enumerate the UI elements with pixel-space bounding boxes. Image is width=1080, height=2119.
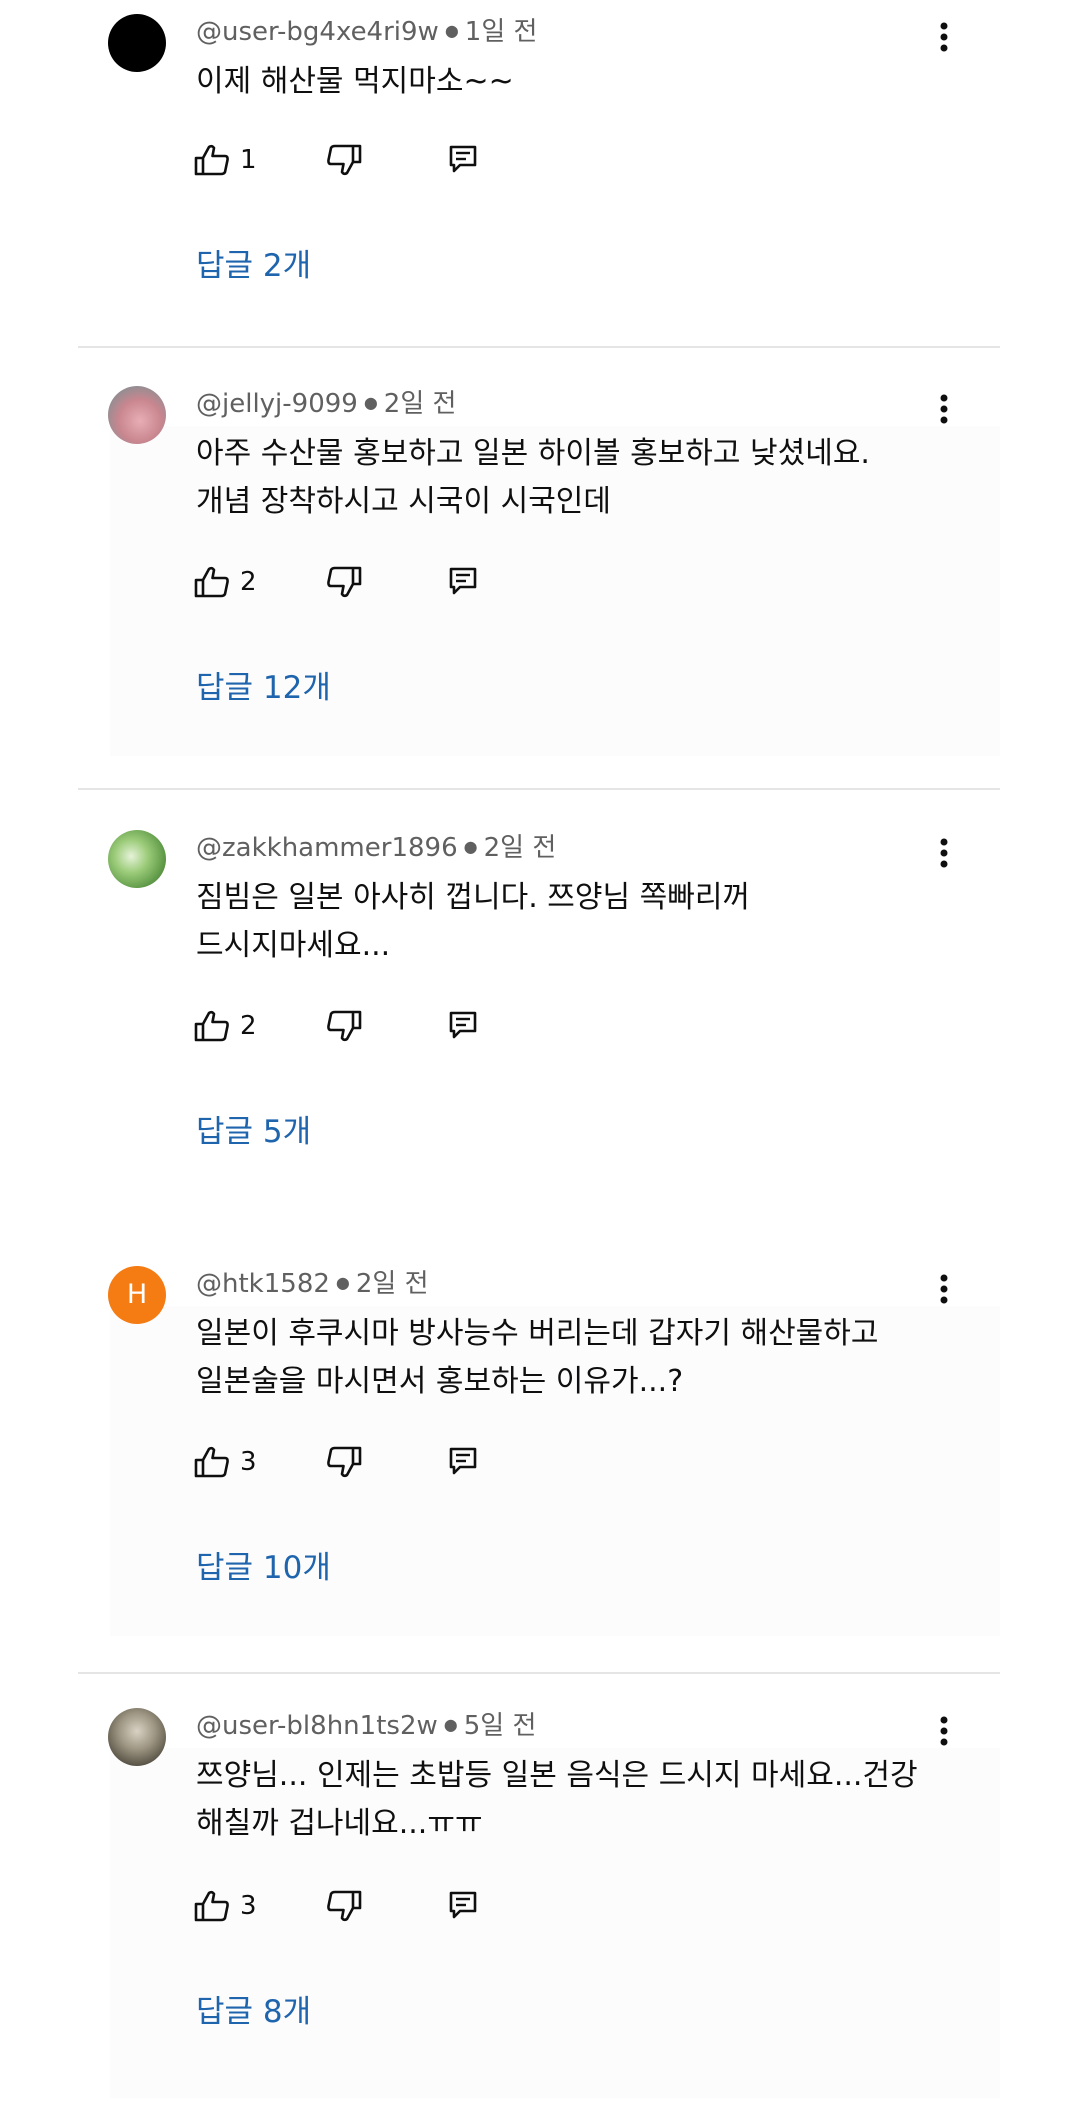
comment-text: 이제 해산물 먹지마소~~ (196, 64, 514, 99)
comment-reply-icon (449, 1447, 477, 1475)
comment-meta: @htk1582 ● 2일 전 (196, 1266, 429, 1301)
comment-item: @jellyj-9099 ● 2일 전 아주 수산물 홍보하고 일본 하이볼 홍보하… (0, 386, 1080, 766)
separator-dot-icon: ● (463, 837, 478, 856)
reply-button[interactable] (448, 140, 488, 180)
view-replies-link[interactable]: 답글 12개 (196, 668, 331, 708)
divider (78, 346, 1000, 348)
comment-actions: 1 (194, 140, 554, 180)
avatar[interactable]: H (108, 1266, 166, 1324)
like-button[interactable]: 3 (194, 1886, 264, 1926)
like-count: 1 (240, 145, 257, 175)
view-replies-link[interactable]: 답글 10개 (196, 1548, 331, 1588)
dislike-button[interactable] (326, 1442, 366, 1482)
comment-time: 2일 전 (355, 1269, 429, 1299)
separator-dot-icon: ● (363, 393, 378, 412)
comment-text: 쯔양님... 인제는 초밥등 일본 음식은 드시지 마세요...건강 해칠까 겁… (196, 1758, 918, 1841)
comment-text: 아주 수산물 홍보하고 일본 하이볼 홍보하고 낮셨네요. 개념 장착하시고 시… (196, 436, 870, 519)
more-vert-icon (940, 1274, 948, 1304)
comment-reply-icon (449, 1891, 477, 1919)
comment-meta: @user-bl8hn1ts2w ● 5일 전 (196, 1708, 536, 1743)
comment-item: @user-bl8hn1ts2w ● 5일 전 쯔양님... 인제는 초밥등 일본 … (0, 1708, 1080, 2108)
comment-item: @user-bg4xe4ri9w ● 1일 전 이제 해산물 먹지마소~~ 1 답글… (0, 14, 1080, 314)
comment-text: 일본이 후쿠시마 방사능수 버리는데 갑자기 해산물하고 일본술을 마시면서 홍… (196, 1316, 879, 1399)
dislike-button[interactable] (326, 1006, 366, 1046)
comment-actions: 3 (194, 1886, 554, 1926)
reply-button[interactable] (448, 1442, 488, 1482)
more-vert-icon (940, 22, 948, 52)
thumbs-up-icon (194, 1446, 229, 1478)
thumbs-down-icon (327, 144, 362, 176)
like-count: 3 (240, 1891, 257, 1921)
thumbs-up-icon (194, 566, 229, 598)
like-button[interactable]: 1 (194, 140, 264, 180)
thumbs-down-icon (327, 566, 362, 598)
like-button[interactable]: 2 (194, 562, 264, 602)
comment-actions: 2 (194, 562, 554, 602)
more-vert-icon (940, 394, 948, 424)
comment-author[interactable]: @user-bg4xe4ri9w (196, 17, 439, 47)
like-button[interactable]: 2 (194, 1006, 264, 1046)
comment-time: 1일 전 (464, 17, 538, 47)
comment-reply-icon (449, 145, 477, 173)
comment-list: @user-bg4xe4ri9w ● 1일 전 이제 해산물 먹지마소~~ 1 답글… (0, 0, 1080, 2119)
view-replies-link[interactable]: 답글 2개 (196, 246, 311, 286)
thumbs-down-icon (327, 1446, 362, 1478)
comment-time: 2일 전 (483, 833, 557, 863)
like-count: 2 (240, 1011, 257, 1041)
comment-time: 5일 전 (463, 1711, 537, 1741)
avatar[interactable] (108, 386, 166, 444)
like-count: 3 (240, 1447, 257, 1477)
comment-reply-icon (449, 567, 477, 595)
divider (78, 788, 1000, 790)
comment-item: H @htk1582 ● 2일 전 일본이 후쿠시마 방사능수 버리는데 갑자기 해… (0, 1266, 1080, 1646)
comment-actions: 3 (194, 1442, 554, 1482)
view-replies-link[interactable]: 답글 8개 (196, 1992, 311, 2032)
thumbs-down-icon (327, 1890, 362, 1922)
avatar[interactable] (108, 14, 166, 72)
reply-button[interactable] (448, 1006, 488, 1046)
more-vert-icon (940, 838, 948, 868)
more-vert-icon (940, 1716, 948, 1746)
avatar[interactable] (108, 830, 166, 888)
thumbs-up-icon (194, 1010, 229, 1042)
comment-author[interactable]: @jellyj-9099 (196, 389, 358, 419)
comment-text: 짐빔은 일본 아사히 껍니다. 쯔양님 쪽빠리꺼 드시지마세요... (196, 880, 751, 963)
thumbs-up-icon (194, 144, 229, 176)
divider (78, 1672, 1000, 1674)
reply-button[interactable] (448, 1886, 488, 1926)
comment-author[interactable]: @htk1582 (196, 1269, 330, 1299)
comment-author[interactable]: @zakkhammer1896 (196, 833, 458, 863)
like-button[interactable]: 3 (194, 1442, 264, 1482)
separator-dot-icon: ● (443, 1715, 458, 1734)
separator-dot-icon: ● (335, 1273, 350, 1292)
thumbs-up-icon (194, 1890, 229, 1922)
comment-meta: @jellyj-9099 ● 2일 전 (196, 386, 456, 421)
thumbs-down-icon (327, 1010, 362, 1042)
comment-time: 2일 전 (383, 389, 457, 419)
avatar[interactable] (108, 1708, 166, 1766)
reply-button[interactable] (448, 562, 488, 602)
avatar-letter: H (126, 1279, 148, 1310)
comment-meta: @zakkhammer1896 ● 2일 전 (196, 830, 556, 865)
view-replies-link[interactable]: 답글 5개 (196, 1112, 311, 1152)
dislike-button[interactable] (326, 1886, 366, 1926)
separator-dot-icon: ● (444, 21, 459, 40)
dislike-button[interactable] (326, 140, 366, 180)
like-count: 2 (240, 567, 257, 597)
comment-reply-icon (449, 1011, 477, 1039)
comment-meta: @user-bg4xe4ri9w ● 1일 전 (196, 14, 537, 49)
comment-actions: 2 (194, 1006, 554, 1046)
comment-item: @zakkhammer1896 ● 2일 전 짐빔은 일본 아사히 껍니다. 쯔양님… (0, 830, 1080, 1190)
comment-author[interactable]: @user-bl8hn1ts2w (196, 1711, 438, 1741)
dislike-button[interactable] (326, 562, 366, 602)
